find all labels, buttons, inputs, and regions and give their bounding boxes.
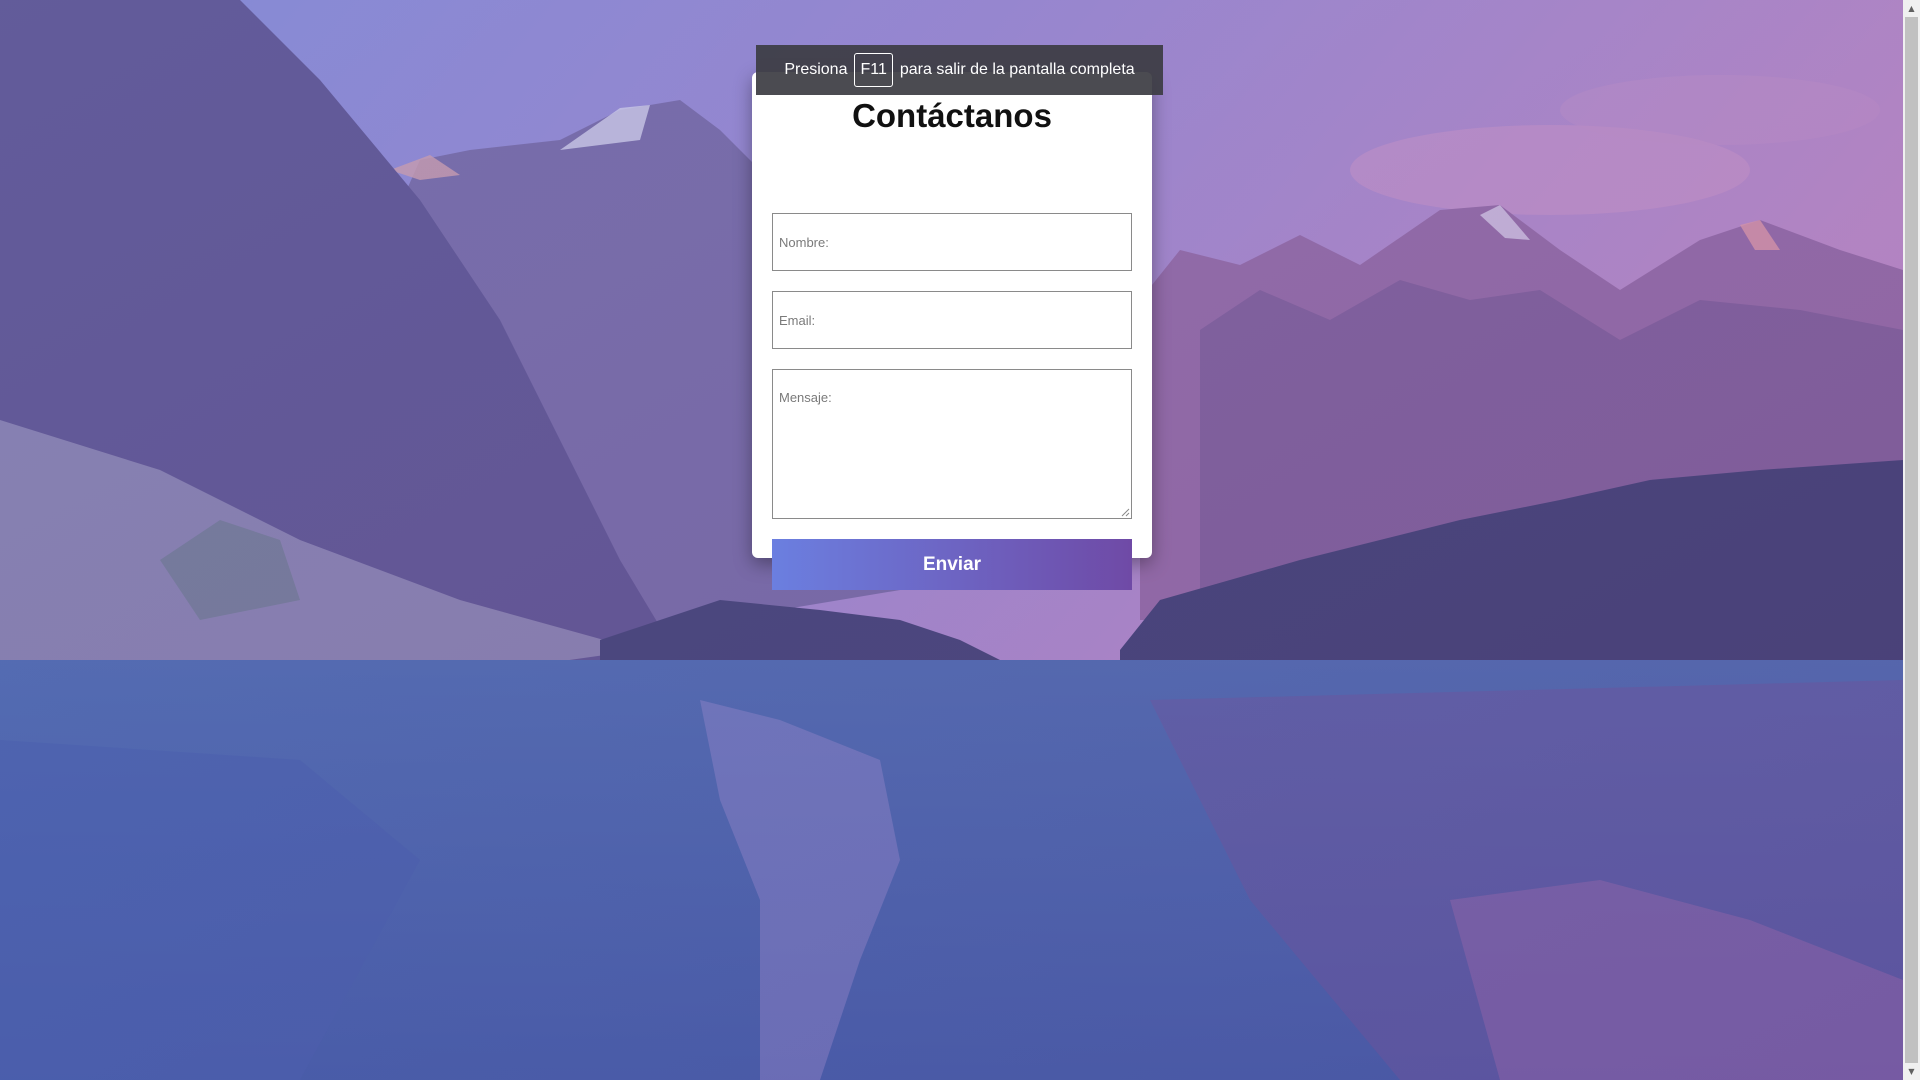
fullscreen-notice-suffix: para salir de la pantalla completa xyxy=(899,61,1135,78)
fullscreen-notice-prefix: Presiona xyxy=(784,61,848,78)
fullscreen-notice: Presiona F11 para salir de la pantalla c… xyxy=(756,45,1163,95)
page-scrollbar[interactable]: ▲ ▼ xyxy=(1903,0,1920,1080)
scroll-up-icon[interactable]: ▲ xyxy=(1903,0,1920,17)
resize-grip-icon[interactable] xyxy=(1120,507,1130,517)
send-button[interactable]: Enviar xyxy=(772,539,1132,590)
message-field[interactable] xyxy=(772,369,1132,519)
contact-form-card: Contáctanos Enviar xyxy=(752,72,1152,590)
scroll-down-icon[interactable]: ▼ xyxy=(1903,1063,1920,1080)
scrollbar-thumb[interactable] xyxy=(1905,17,1918,1063)
email-field[interactable] xyxy=(772,291,1132,349)
form-title: Contáctanos xyxy=(852,97,1052,134)
f11-key-badge: F11 xyxy=(854,53,893,87)
name-field[interactable] xyxy=(772,213,1132,271)
